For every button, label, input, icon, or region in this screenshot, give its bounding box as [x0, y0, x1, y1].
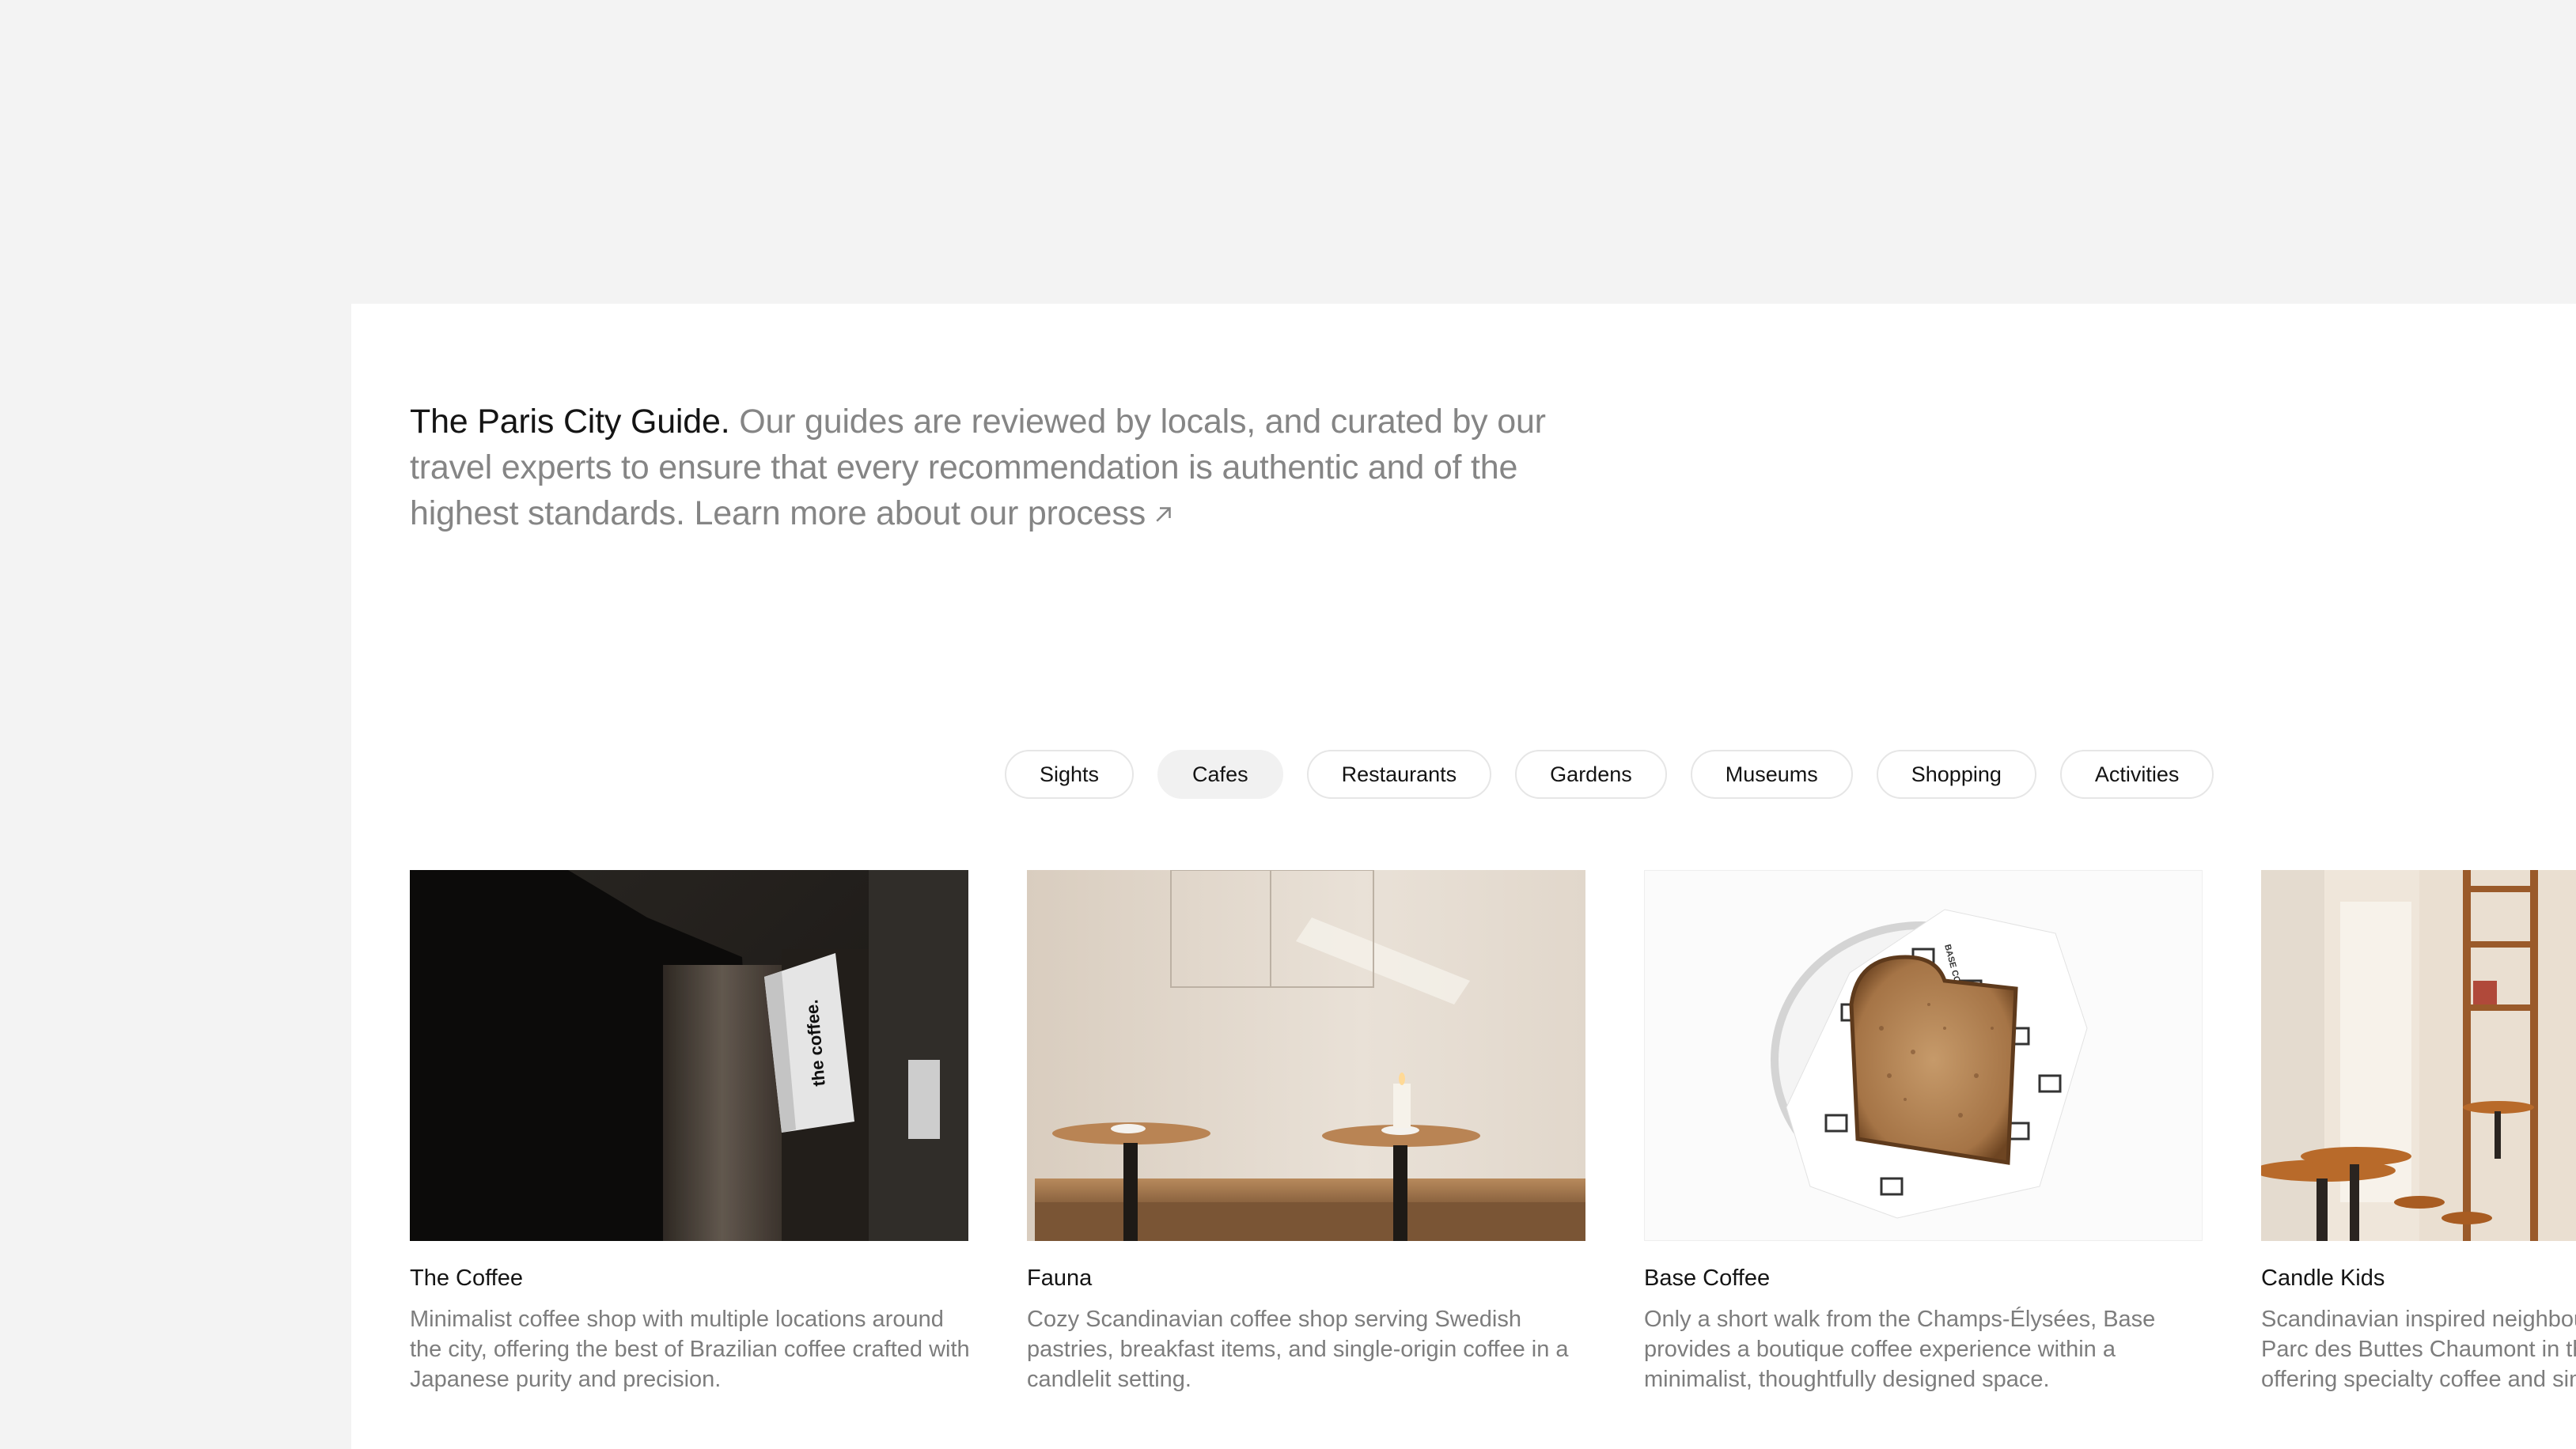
filter-sights[interactable]: Sights: [1005, 750, 1135, 799]
filter-shopping[interactable]: Shopping: [1876, 750, 2036, 799]
candle-kids-photo: [2261, 870, 2576, 1241]
cafe-cards: the coffee. The Coffee Minimalist coffee…: [410, 870, 2576, 1394]
category-filters: Sights Cafes Restaurants Gardens Museums…: [1005, 750, 2214, 800]
cafe-card-fauna[interactable]: Fauna Cozy Scandinavian coffee shop serv…: [1027, 870, 1585, 1394]
card-description: Minimalist coffee shop with multiple loc…: [410, 1307, 970, 1392]
card-title: Candle Kids: [2261, 1266, 2385, 1291]
arrow-up-right-icon: [1156, 507, 1171, 522]
base-coffee-photo: BASE COFFEE: [1644, 870, 2203, 1241]
card-title: The Coffee: [410, 1266, 523, 1291]
filter-activities[interactable]: Activities: [2059, 750, 2214, 799]
fauna-photo: [1027, 870, 1585, 1241]
filter-museums[interactable]: Museums: [1690, 750, 1853, 799]
city-guide-panel: The Paris City Guide. Our guides are rev…: [351, 304, 2576, 1449]
card-description: Only a short walk from the Champs-Élysée…: [1644, 1307, 2156, 1392]
filter-cafes[interactable]: Cafes: [1157, 750, 1283, 799]
card-description: Cozy Scandinavian coffee shop serving Sw…: [1027, 1307, 1569, 1392]
filter-restaurants[interactable]: Restaurants: [1306, 750, 1492, 799]
learn-more-label: Learn more about our process: [694, 494, 1146, 532]
the-coffee-photo: the coffee.: [410, 870, 968, 1241]
card-description: Scandinavian inspired neighbourhood café…: [2261, 1307, 2576, 1392]
card-title: Fauna: [1027, 1266, 1093, 1291]
filter-gardens[interactable]: Gardens: [1515, 750, 1667, 799]
cafe-card-base-coffee[interactable]: BASE COFFEE Base Coffee Only a short wal…: [1644, 870, 2203, 1394]
intro-paragraph: The Paris City Guide. Our guides are rev…: [410, 399, 1597, 536]
cafe-card-candle-kids[interactable]: Candle Kids Scandinavian inspired neighb…: [2261, 870, 2576, 1394]
cafe-card-the-coffee[interactable]: the coffee. The Coffee Minimalist coffee…: [410, 870, 970, 1394]
guide-title: The Paris City Guide.: [410, 403, 730, 441]
card-title: Base Coffee: [1644, 1266, 1771, 1291]
learn-more-link[interactable]: Learn more about our process: [695, 494, 1176, 532]
